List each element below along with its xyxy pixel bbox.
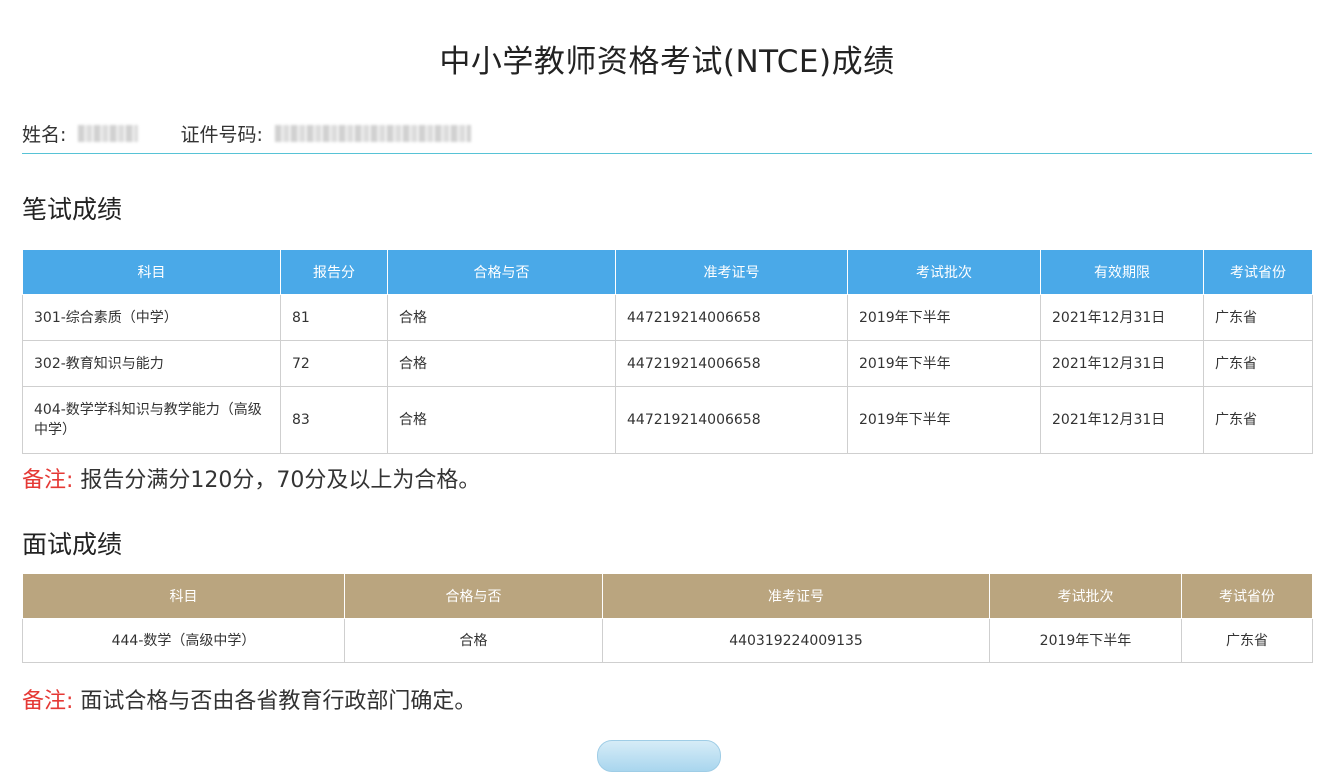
identity-bar: 姓名: 证件号码: [22, 120, 1312, 154]
written-score-table: 科目 报告分 合格与否 准考证号 考试批次 有效期限 考试省份 301-综合素质… [22, 249, 1313, 454]
header-pass-status: 合格与否 [344, 573, 603, 619]
cell-pass-status: 合格 [387, 294, 616, 341]
written-note: 备注: 报告分满分120分，70分及以上为合格。 [22, 462, 480, 494]
name-label: 姓名: [22, 124, 67, 146]
written-section-title: 笔试成绩 [22, 195, 123, 224]
header-admission-number: 准考证号 [615, 249, 848, 295]
cell-exam-province: 广东省 [1203, 294, 1313, 341]
header-pass-status: 合格与否 [387, 249, 616, 295]
note-label: 备注: [22, 468, 74, 493]
header-exam-province: 考试省份 [1203, 249, 1313, 295]
page-title: 中小学教师资格考试(NTCE)成绩 [439, 44, 895, 80]
interview-note: 备注: 面试合格与否由各省教育行政部门确定。 [22, 683, 476, 715]
cell-exam-batch: 2019年下半年 [989, 618, 1182, 663]
interview-section-title: 面试成绩 [22, 530, 123, 559]
header-report-score: 报告分 [280, 249, 388, 295]
cell-exam-batch: 2019年下半年 [847, 294, 1041, 341]
table-row: 301-综合素质（中学） 81 合格 447219214006658 2019年… [22, 294, 1313, 341]
note-text: 报告分满分120分，70分及以上为合格。 [73, 468, 481, 493]
cell-report-score: 81 [280, 294, 388, 341]
cell-exam-province: 广东省 [1203, 386, 1313, 454]
cell-report-score: 72 [280, 340, 388, 387]
table-row: 404-数学学科知识与教学能力（高级中学） 83 合格 447219214006… [22, 386, 1313, 454]
cell-exam-batch: 2019年下半年 [847, 340, 1041, 387]
cell-pass-status: 合格 [387, 386, 616, 454]
cell-subject: 301-综合素质（中学） [22, 294, 281, 341]
header-exam-province: 考试省份 [1181, 573, 1313, 619]
note-label: 备注: [22, 689, 74, 714]
id-number-label: 证件号码: [180, 124, 263, 146]
cell-subject: 404-数学学科知识与教学能力（高级中学） [22, 386, 281, 454]
header-exam-batch: 考试批次 [847, 249, 1041, 295]
table-row: 302-教育知识与能力 72 合格 447219214006658 2019年下… [22, 340, 1313, 387]
cell-exam-batch: 2019年下半年 [847, 386, 1041, 454]
header-subject: 科目 [22, 573, 345, 619]
cell-exam-province: 广东省 [1203, 340, 1313, 387]
header-exam-batch: 考试批次 [989, 573, 1182, 619]
cell-valid-until: 2021年12月31日 [1040, 294, 1204, 341]
cell-pass-status: 合格 [344, 618, 603, 663]
interview-score-table: 科目 合格与否 准考证号 考试批次 考试省份 444-数学（高级中学） 合格 4… [22, 573, 1313, 663]
bottom-action-button[interactable] [597, 740, 721, 772]
table-row: 444-数学（高级中学） 合格 440319224009135 2019年下半年… [22, 618, 1313, 663]
id-number-value-redacted [275, 125, 471, 142]
cell-subject: 302-教育知识与能力 [22, 340, 281, 387]
cell-valid-until: 2021年12月31日 [1040, 386, 1204, 454]
cell-pass-status: 合格 [387, 340, 616, 387]
cell-admission-number: 447219214006658 [615, 340, 848, 387]
table-header-row: 科目 合格与否 准考证号 考试批次 考试省份 [22, 573, 1313, 619]
header-valid-until: 有效期限 [1040, 249, 1204, 295]
cell-admission-number: 447219214006658 [615, 386, 848, 454]
name-value-redacted [78, 125, 139, 142]
cell-admission-number: 440319224009135 [602, 618, 990, 663]
cell-report-score: 83 [280, 386, 388, 454]
cell-exam-province: 广东省 [1181, 618, 1313, 663]
cell-valid-until: 2021年12月31日 [1040, 340, 1204, 387]
header-subject: 科目 [22, 249, 281, 295]
cell-subject: 444-数学（高级中学） [22, 618, 345, 663]
note-text: 面试合格与否由各省教育行政部门确定。 [73, 689, 477, 714]
table-header-row: 科目 报告分 合格与否 准考证号 考试批次 有效期限 考试省份 [22, 249, 1313, 295]
header-admission-number: 准考证号 [602, 573, 990, 619]
cell-admission-number: 447219214006658 [615, 294, 848, 341]
